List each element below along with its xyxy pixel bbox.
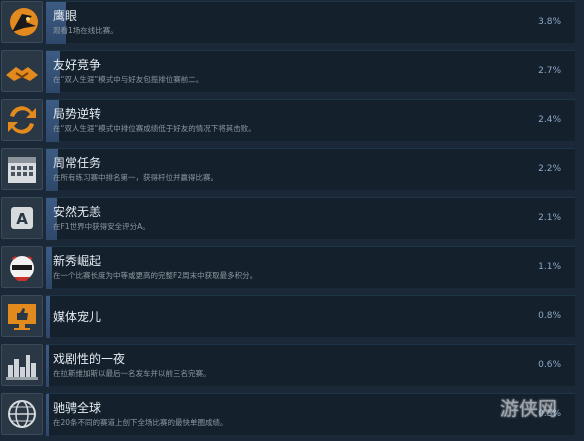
achievement-progress-bar <box>46 345 49 387</box>
swap-arrows-icon <box>1 99 43 141</box>
achievement-row[interactable]: 周常任务 在所有练习赛中排名第一，获得杆位并赢得比赛。 2.2% <box>0 147 584 192</box>
achievement-content: 鹰眼 观看1场在线比赛。 3.8% <box>46 1 575 44</box>
achievement-title: 戏剧性的一夜 <box>53 352 126 366</box>
globe-icon <box>1 393 43 435</box>
eagle-icon <box>1 1 43 43</box>
achievement-title: 新秀崛起 <box>53 254 102 268</box>
helmet-icon <box>1 246 43 288</box>
achievement-percent: 1.1% <box>538 262 561 272</box>
achievement-title: 驰骋全球 <box>53 401 102 415</box>
achievement-content: 驰骋全球 在20条不同的赛道上创下全场比赛的最快单圈成绩。 0.5% <box>46 393 575 436</box>
achievement-row[interactable]: 局势逆转 在“双人生涯”模式中排位赛成绩低于好友的情况下将其击败。 2.4% <box>0 98 584 143</box>
achievement-title: 鹰眼 <box>53 9 78 23</box>
handshake-icon <box>1 50 43 92</box>
watermark-logo: 游侠网 <box>500 398 558 420</box>
achievement-percent: 3.8% <box>538 17 561 27</box>
achievement-row[interactable]: 鹰眼 观看1场在线比赛。 3.8% <box>0 0 584 45</box>
achievement-description: 在“双人生涯”模式中排位赛成绩低于好友的情况下将其击败。 <box>53 124 256 133</box>
achievement-percent: 2.4% <box>538 115 561 125</box>
achievement-row[interactable]: 驰骋全球 在20条不同的赛道上创下全场比赛的最快单圈成绩。 0.5% <box>0 392 584 437</box>
svg-text:A: A <box>16 210 28 228</box>
calendar-icon <box>1 148 43 190</box>
achievement-row[interactable]: 新秀崛起 在一个比赛长度为中等或更高的完整F2周末中获取最多积分。 1.1% <box>0 245 584 290</box>
achievement-title: 局势逆转 <box>53 107 102 121</box>
monitor-thumbs-up-icon <box>1 295 43 337</box>
achievement-row[interactable]: A 安然无恙 在F1世界中获得安全评分A。 2.1% <box>0 196 584 241</box>
achievement-description: 观看1场在线比赛。 <box>53 26 118 35</box>
achievement-description: 在F1世界中获得安全评分A。 <box>53 222 150 231</box>
achievement-title: 媒体宠儿 <box>53 310 102 324</box>
achievement-description: 在一个比赛长度为中等或更高的完整F2周末中获取最多积分。 <box>53 271 258 280</box>
achievement-description: 在“双人生涯”模式中与好友包揽排位赛前二。 <box>53 75 204 84</box>
achievement-list: 鹰眼 观看1场在线比赛。 3.8% 友好竞争 在“双人生涯”模式中与好友包揽排位… <box>0 0 584 441</box>
achievement-percent: 0.8% <box>538 311 561 321</box>
achievement-title: 周常任务 <box>53 156 102 170</box>
city-skyline-icon <box>1 344 43 386</box>
achievement-percent: 2.2% <box>538 164 561 174</box>
achievement-content: 新秀崛起 在一个比赛长度为中等或更高的完整F2周末中获取最多积分。 1.1% <box>46 246 575 289</box>
achievement-percent: 2.7% <box>538 66 561 76</box>
achievement-content: 周常任务 在所有练习赛中排名第一，获得杆位并赢得比赛。 2.2% <box>46 148 575 191</box>
achievement-row[interactable]: 媒体宠儿 0.8% <box>0 294 584 339</box>
achievement-percent: 2.1% <box>538 213 561 223</box>
grade-a-icon: A <box>1 197 43 239</box>
achievement-content: 安然无恙 在F1世界中获得安全评分A。 2.1% <box>46 197 575 240</box>
achievement-description: 在拉斯维加斯以最后一名发车并以前三名完赛。 <box>53 369 211 378</box>
achievement-content: 媒体宠儿 0.8% <box>46 295 575 338</box>
achievement-row[interactable]: 戏剧性的一夜 在拉斯维加斯以最后一名发车并以前三名完赛。 0.6% <box>0 343 584 388</box>
achievement-title: 友好竞争 <box>53 58 102 72</box>
achievement-row[interactable]: 友好竞争 在“双人生涯”模式中与好友包揽排位赛前二。 2.7% <box>0 49 584 94</box>
achievement-progress-bar <box>46 247 52 289</box>
achievement-content: 友好竞争 在“双人生涯”模式中与好友包揽排位赛前二。 2.7% <box>46 50 575 93</box>
achievement-content: 局势逆转 在“双人生涯”模式中排位赛成绩低于好友的情况下将其击败。 2.4% <box>46 99 575 142</box>
achievement-progress-bar <box>46 394 49 436</box>
achievement-description: 在所有练习赛中排名第一，获得杆位并赢得比赛。 <box>53 173 218 182</box>
achievement-progress-bar <box>46 296 50 338</box>
achievement-title: 安然无恙 <box>53 205 102 219</box>
achievement-description: 在20条不同的赛道上创下全场比赛的最快单圈成绩。 <box>53 418 228 427</box>
achievement-content: 戏剧性的一夜 在拉斯维加斯以最后一名发车并以前三名完赛。 0.6% <box>46 344 575 387</box>
achievement-percent: 0.6% <box>538 360 561 370</box>
